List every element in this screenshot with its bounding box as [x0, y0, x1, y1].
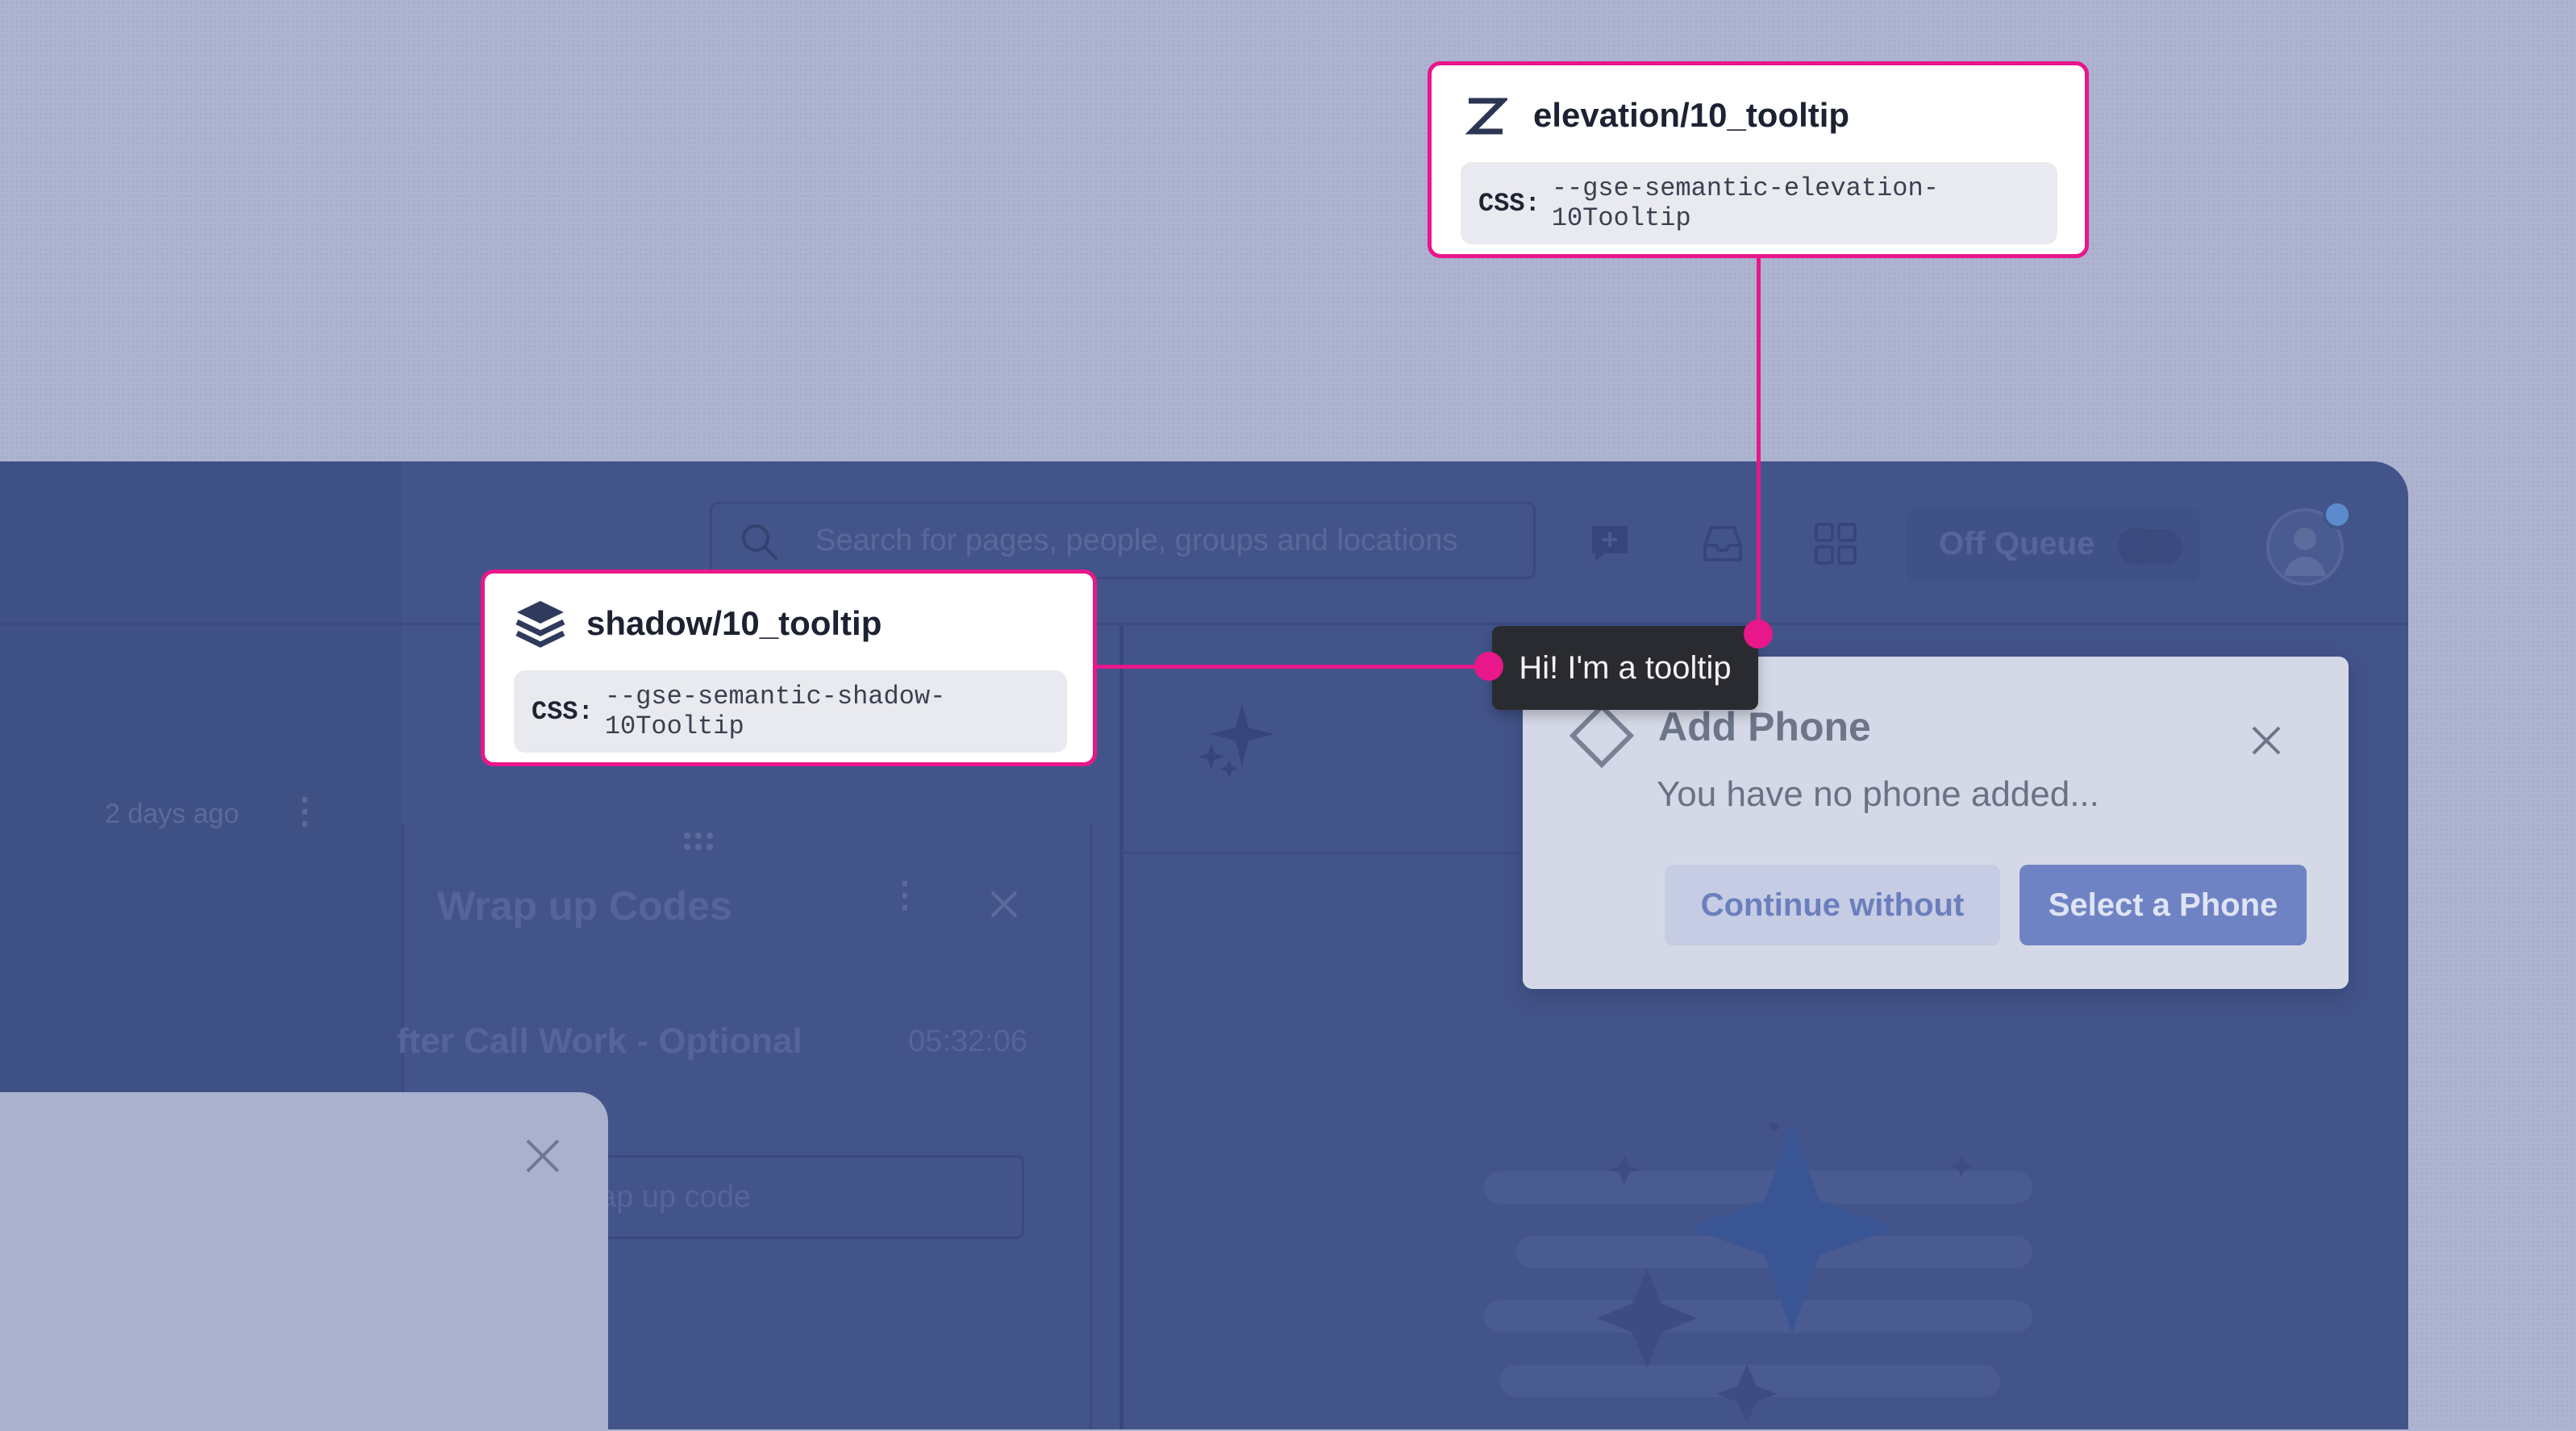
- drag-handle-icon[interactable]: [682, 831, 715, 853]
- queue-toggle[interactable]: Off Queue: [1907, 508, 2200, 582]
- queue-status-label: Off Queue: [1939, 526, 2095, 561]
- wrapup-title: Wrap up Codes: [437, 883, 732, 928]
- content-divider: [1119, 626, 1123, 1429]
- shadow-annotation: shadow/10_tooltip CSS: --gse-semantic-sh…: [481, 569, 1097, 766]
- inbox-icon[interactable]: [1700, 521, 1745, 566]
- shadow-pin: [1474, 652, 1503, 681]
- shadow-connector-line: [1094, 665, 1489, 669]
- elevation-annotation: elevation/10_tooltip CSS: --gse-semantic…: [1428, 61, 2089, 258]
- tooltip: Hi! I'm a tooltip: [1492, 626, 1758, 710]
- z-axis-icon: [1465, 98, 1507, 135]
- apps-grid-icon[interactable]: [1813, 521, 1858, 566]
- timestamp: 2 days ago: [105, 799, 240, 829]
- dialog-title: Add Phone: [1658, 704, 1871, 749]
- wrapup-input-placeholder: ap up code: [599, 1180, 752, 1214]
- side-sheet: [0, 1092, 608, 1431]
- search-placeholder: Search for pages, people, groups and loc…: [815, 524, 1458, 557]
- shadow-css-token[interactable]: CSS: --gse-semantic-shadow-10Tooltip: [514, 670, 1067, 753]
- wrapup-close-icon[interactable]: [989, 889, 1019, 920]
- elevation-css-token[interactable]: CSS: --gse-semantic-elevation-10Tooltip: [1461, 162, 2057, 244]
- select-phone-button[interactable]: Select a Phone: [2020, 865, 2307, 945]
- shadow-css-label: CSS:: [531, 696, 594, 727]
- empty-state-illustration: [1484, 1123, 2032, 1423]
- presence-indicator: [2323, 500, 2352, 529]
- side-sheet-close-icon[interactable]: [524, 1137, 561, 1174]
- topbar-divider: [0, 623, 2408, 625]
- sparkle-icon: [1198, 703, 1274, 778]
- search-icon: [742, 524, 777, 560]
- wrapup-code-input[interactable]: ap up code: [565, 1155, 1024, 1239]
- continue-without-button[interactable]: Continue without: [1665, 865, 2000, 945]
- elevation-pin: [1744, 620, 1773, 649]
- elevation-css-label: CSS:: [1478, 188, 1540, 219]
- shadow-token-title: shadow/10_tooltip: [586, 604, 882, 642]
- close-icon[interactable]: [2250, 724, 2282, 757]
- diamond-icon: [1569, 703, 1635, 769]
- more-options-icon[interactable]: ⋮: [287, 791, 323, 832]
- elevation-token-title: elevation/10_tooltip: [1533, 96, 1850, 134]
- elevation-connector-line: [1757, 255, 1761, 637]
- add-chat-icon[interactable]: [1587, 521, 1632, 566]
- elevation-css-value: --gse-semantic-elevation-10Tooltip: [1551, 173, 1939, 233]
- shadow-css-value: --gse-semantic-shadow-10Tooltip: [604, 682, 946, 741]
- search-input[interactable]: Search for pages, people, groups and loc…: [710, 502, 1536, 579]
- wrapup-item-time: 05:32:06: [908, 1024, 1027, 1058]
- wrapup-item-label[interactable]: fter Call Work - Optional: [397, 1021, 802, 1062]
- queue-toggle-knob: [2118, 528, 2155, 565]
- section-divider: [1123, 852, 1542, 854]
- wrapup-more-icon[interactable]: ⋮: [887, 874, 923, 916]
- dialog-message: You have no phone added...: [1657, 774, 2099, 814]
- layers-icon: [515, 601, 565, 648]
